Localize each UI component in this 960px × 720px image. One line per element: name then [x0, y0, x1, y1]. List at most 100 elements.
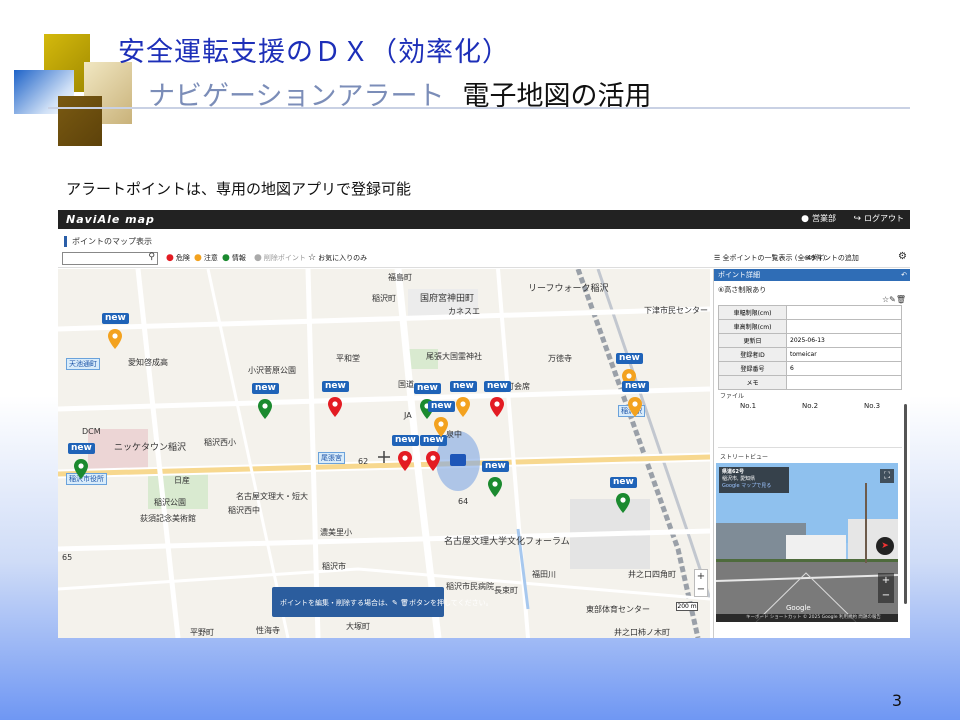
orange-pin-icon: ●	[194, 253, 202, 263]
map-pin-icon[interactable]	[328, 397, 342, 417]
map-label: 稲沢公園	[154, 498, 186, 507]
new-badge: new	[414, 383, 441, 394]
sv-zoom-out[interactable]: −	[878, 588, 894, 603]
map-pin-icon[interactable]	[490, 397, 504, 417]
slide-caption: アラートポイントは、専用の地図アプリで登録可能	[66, 180, 412, 198]
map-pin-icon[interactable]	[616, 493, 630, 513]
add-point-label: ポイントの追加	[809, 254, 859, 262]
sv-location: 稲沢市, 愛知県	[722, 476, 756, 482]
table-row: 登録番号 6	[718, 361, 902, 376]
map-pin-icon[interactable]	[426, 451, 440, 471]
new-badge: new	[322, 381, 349, 392]
map-label: 62	[358, 457, 369, 466]
new-badge: new	[482, 461, 509, 472]
map-pin-icon[interactable]	[456, 397, 470, 417]
legend-info[interactable]: ● 情報	[222, 253, 246, 263]
map-label: 福田川	[532, 570, 556, 579]
map-label: DCM	[82, 427, 101, 436]
map-label: 名古屋文理大・短大	[236, 492, 308, 501]
fullscreen-icon[interactable]: ⛶	[880, 469, 894, 483]
map-label: 稲沢市	[322, 562, 346, 571]
table-row: 更新日 2025-06-13	[718, 333, 902, 348]
zoom-out-button[interactable]: −	[695, 583, 707, 596]
panel-header: ポイント詳細 ↶	[714, 269, 910, 281]
map-label: 福島町	[388, 273, 412, 282]
map-label: 小沢菅原公園	[248, 366, 296, 375]
new-badge: new	[616, 353, 643, 364]
trash-icon[interactable]: 🗑	[896, 295, 906, 304]
app-logo: NaviAle map	[66, 213, 155, 226]
row-key: 車幅制限(cm)	[718, 305, 787, 320]
streetview-label: ストリートビュー	[720, 454, 769, 461]
map-pin-icon[interactable]	[488, 477, 502, 497]
logout-icon: ↪	[853, 214, 861, 224]
new-badge: new	[428, 401, 455, 412]
map-pin-icon[interactable]	[398, 451, 412, 471]
compass-icon[interactable]: ➤	[876, 537, 894, 555]
user-name: 営業部	[812, 214, 836, 223]
sv-zoom-in[interactable]: +	[878, 573, 894, 588]
row-value: 2025-06-13	[786, 333, 902, 348]
search-input[interactable]: ⚲	[62, 252, 158, 265]
map-label: 64	[458, 497, 469, 506]
map-label: 愛知啓成高	[128, 358, 168, 367]
table-row: 車幅制限(cm)	[718, 305, 902, 320]
map-label: 国道	[398, 380, 414, 389]
map-roads	[58, 269, 710, 638]
file-slot-2[interactable]: No.2	[802, 402, 818, 410]
green-pin-icon: ●	[222, 253, 230, 263]
map-pin-icon[interactable]	[258, 399, 272, 419]
trash-icon: 🗑	[400, 599, 409, 607]
map-label: JA	[404, 411, 412, 420]
legend-danger[interactable]: ● 危険	[166, 253, 190, 263]
row-value	[786, 375, 902, 390]
google-logo: Google	[786, 604, 811, 612]
file-slot-1[interactable]: No.1	[740, 402, 756, 410]
sv-maps-link[interactable]: Google マップで見る	[722, 483, 786, 490]
map-view[interactable]: 福島町 稲沢町 国府宮神田町 リーフウォーク稲沢 カネスエ 下津市民センター 愛…	[58, 269, 710, 638]
search-icon[interactable]: ⚲	[148, 252, 155, 262]
back-arrow-icon[interactable]: ↶	[901, 269, 907, 281]
row-value: tomeicar	[786, 347, 902, 362]
map-label: 65	[62, 553, 73, 562]
zoom-in-button[interactable]: +	[695, 570, 707, 583]
new-badge: new	[102, 313, 129, 324]
new-badge: new	[610, 477, 637, 488]
map-pin-icon[interactable]	[434, 417, 448, 437]
new-badge: new	[392, 435, 419, 446]
map-pin-icon[interactable]	[108, 329, 122, 349]
pencil-icon[interactable]: ✎	[889, 295, 896, 304]
map-label: 稲沢市民病院	[446, 582, 494, 591]
map-label: 東部体育センター	[586, 605, 650, 614]
file-slot-3[interactable]: No.3	[864, 402, 880, 410]
logout-button[interactable]: ↪ ログアウト	[853, 213, 904, 224]
point-detail-panel: ポイント詳細 ↶ ⑥高さ制限あり ☆✎🗑 車幅制限(cm) 車高制限(cm) 更新…	[713, 269, 910, 638]
streetview-frame[interactable]: 県道62号 稲沢市, 愛知県 Google マップで見る ⛶ ➤ + − Goog…	[716, 463, 898, 622]
row-value	[786, 319, 902, 334]
panel-scrollbar[interactable]	[904, 404, 907, 604]
map-label: 大塚町	[346, 622, 370, 631]
legend-disabled[interactable]: ● 削除ポイント	[254, 253, 306, 263]
zoom-control[interactable]: + −	[694, 569, 708, 597]
map-label: 稲沢西小	[204, 438, 236, 447]
deco-brown-square	[58, 96, 102, 146]
legend-caution[interactable]: ● 注意	[194, 253, 218, 263]
map-label: 天池通町	[66, 358, 100, 370]
row-key: 登録番号	[718, 361, 787, 376]
map-label: 平和堂	[336, 354, 360, 363]
legend-favorites[interactable]: ☆ お気に入りのみ	[308, 253, 367, 263]
new-badge: new	[68, 443, 95, 454]
user-menu[interactable]: ● 営業部	[801, 213, 836, 224]
sv-zoom-control[interactable]: + −	[878, 573, 894, 603]
map-pin-icon[interactable]	[74, 459, 88, 479]
map-pin-icon[interactable]	[628, 397, 642, 417]
map-label: 長束町	[494, 586, 518, 595]
row-key: メモ	[718, 375, 787, 390]
map-label: 名古屋文理大学文化フォーラム	[444, 537, 570, 547]
gear-icon[interactable]: ⚙	[898, 251, 907, 262]
add-point-button[interactable]: ⊕ポイントの追加	[804, 253, 859, 263]
row-value	[786, 305, 902, 320]
page-number: 3	[891, 691, 902, 710]
map-label: 万徳寺	[548, 354, 572, 363]
divider	[718, 447, 902, 448]
